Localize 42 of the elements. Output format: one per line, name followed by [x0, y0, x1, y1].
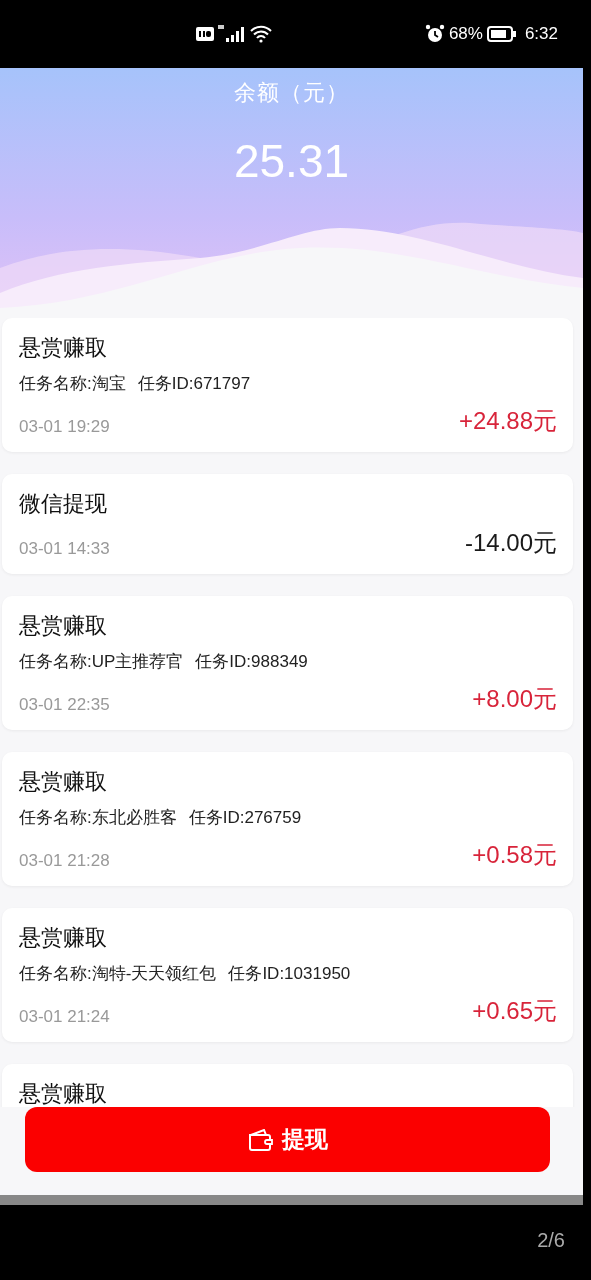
record-time: 03-01 14:33 — [19, 537, 110, 560]
task-id: 任务ID:671797 — [137, 374, 251, 393]
record-title: 悬赏赚取 — [19, 334, 107, 362]
record-card[interactable]: 悬赏赚取 — [2, 1064, 573, 1107]
record-card[interactable]: 微信提现 03-01 14:33 -14.00元 — [2, 474, 573, 574]
withdraw-button[interactable]: 提现 — [25, 1107, 550, 1172]
record-card[interactable]: 悬赏赚取 任务名称:UP主推荐官 任务ID:988349 03-01 22:35 +8.00元 — [2, 596, 573, 730]
wallet-icon — [247, 1128, 274, 1151]
hd-icon — [196, 27, 214, 41]
record-card[interactable]: 悬赏赚取 任务名称:淘特-天天领红包 任务ID:1031950 03-01 21:24 +0.65元 — [2, 908, 573, 1042]
wifi-icon — [250, 25, 272, 43]
task-name: 任务名称:UP主推荐官 — [19, 652, 184, 671]
record-title: 微信提现 — [19, 490, 107, 518]
record-time: 03-01 19:29 — [19, 415, 110, 438]
record-amount: +0.58元 — [472, 840, 557, 870]
cellular-signal-icon — [218, 25, 246, 43]
task-id: 任务ID:988349 — [195, 652, 308, 671]
record-time: 03-01 21:24 — [19, 1005, 110, 1028]
task-id: 任务ID:1031950 — [228, 964, 351, 983]
record-title: 悬赏赚取 — [19, 924, 107, 952]
record-amount: -14.00元 — [464, 528, 557, 558]
record-card[interactable]: 悬赏赚取 任务名称:东北必胜客 任务ID:276759 03-01 21:28 +0.58元 — [2, 752, 573, 886]
record-amount: +8.00元 — [472, 684, 557, 714]
record-amount: +24.88元 — [458, 406, 557, 436]
clock-time: 6:32 — [524, 23, 558, 46]
record-title: 悬赏赚取 — [19, 768, 107, 796]
task-name: 任务名称:淘特-天天领红包 — [19, 964, 217, 983]
record-time: 03-01 22:35 — [19, 693, 110, 716]
task-id: 任务ID:276759 — [188, 808, 302, 827]
record-title: 悬赏赚取 — [19, 612, 107, 640]
record-title: 悬赏赚取 — [19, 1080, 107, 1107]
balance-label: 余额（元） — [233, 79, 350, 107]
record-time: 03-01 21:28 — [19, 849, 110, 872]
task-name: 任务名称:东北必胜客 — [19, 808, 177, 827]
balance-amount: 25.31 — [232, 134, 351, 189]
battery-icon — [486, 26, 517, 42]
alarm-icon — [424, 24, 445, 44]
battery-percentage: 68% — [448, 23, 483, 46]
task-name: 任务名称:淘宝 — [19, 374, 126, 393]
record-card[interactable]: 悬赏赚取 任务名称:淘宝 任务ID:671797 03-01 19:29 +24.88元 — [2, 318, 573, 452]
record-amount: +0.65元 — [472, 996, 557, 1026]
page-indicator: 2/6 — [536, 1228, 566, 1253]
